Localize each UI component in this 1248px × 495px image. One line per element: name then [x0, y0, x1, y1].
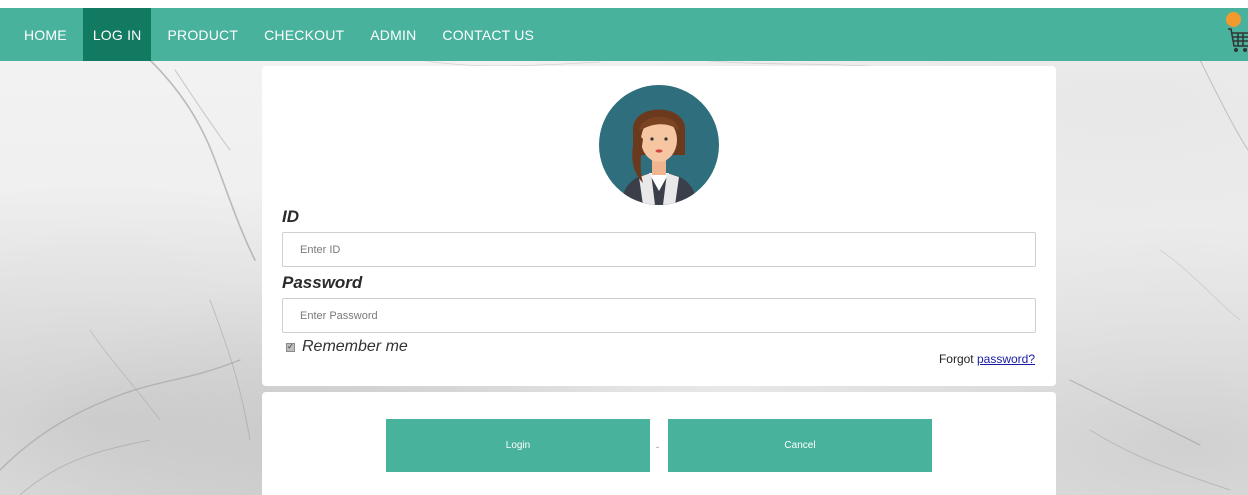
login-form-card: ID Password ✓ Remember me Forgot passwor…: [262, 66, 1056, 386]
nav-item-label: CONTACT US: [442, 26, 535, 43]
nav-item-label: CHECKOUT: [264, 26, 345, 43]
actions-card: Login - Cancel: [262, 392, 1056, 495]
nav-item-log-in[interactable]: LOG IN: [82, 8, 152, 61]
nav-item-checkout[interactable]: CHECKOUT: [254, 8, 354, 61]
password-label: Password: [282, 273, 363, 292]
shopping-cart-icon[interactable]: [1222, 12, 1248, 56]
user-avatar-icon: [599, 85, 719, 205]
nav-item-admin[interactable]: ADMIN: [360, 8, 426, 61]
nav-item-label: PRODUCT: [167, 26, 239, 43]
cancel-button[interactable]: Cancel: [668, 419, 932, 472]
nav-item-product[interactable]: PRODUCT: [157, 8, 248, 61]
id-label: ID: [282, 207, 299, 226]
nav-item-home[interactable]: HOME: [14, 8, 77, 61]
nav-item-label: ADMIN: [370, 26, 417, 43]
remember-me-label: Remember me: [302, 338, 408, 355]
forgot-password-link[interactable]: password?: [977, 352, 1035, 366]
remember-me-row[interactable]: ✓ Remember me: [286, 338, 408, 356]
login-button[interactable]: Login: [386, 419, 650, 472]
remember-me-checkbox[interactable]: ✓: [286, 342, 295, 352]
main-navbar: HOME LOG IN PRODUCT CHECKOUT ADMIN CONTA…: [0, 8, 1248, 61]
id-input[interactable]: [282, 232, 1036, 267]
nav-item-label: HOME: [24, 26, 67, 43]
password-input[interactable]: [282, 298, 1036, 333]
button-separator: -: [656, 442, 659, 452]
forgot-password: Forgot password?: [939, 352, 1035, 366]
top-stripe: [0, 0, 1248, 8]
nav-item-contact-us[interactable]: CONTACT US: [432, 8, 544, 61]
cart-badge: [1226, 12, 1241, 27]
forgot-prefix: Forgot: [938, 352, 974, 366]
nav-item-label: LOG IN: [92, 26, 142, 43]
